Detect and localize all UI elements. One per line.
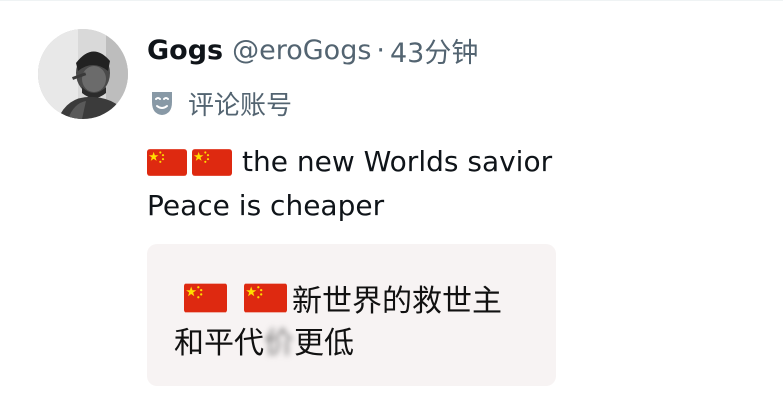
- translation-line-2: 和平代 价 更低: [174, 318, 354, 362]
- tweet-text-line-1: the new Worlds savior: [242, 145, 553, 178]
- china-flag-icon: [147, 148, 187, 176]
- tweet-text: the new Worlds savior Peace is cheaper: [147, 140, 552, 228]
- separator-dot: ·: [376, 34, 385, 66]
- translation-text-part-2: 更低: [294, 326, 354, 361]
- divider: [0, 0, 783, 1]
- tweet-header: Gogs @eroGogs · 43分钟: [147, 30, 478, 70]
- translation-text-part-1: 和平代: [174, 326, 264, 361]
- timestamp[interactable]: 43分钟: [390, 31, 478, 70]
- blurred-text: 价: [264, 326, 294, 361]
- tweet-line-1: the new Worlds savior: [147, 140, 552, 184]
- tweet-line-2: Peace is cheaper: [147, 184, 552, 228]
- account-label: 评论账号: [148, 85, 292, 121]
- avatar[interactable]: [38, 29, 128, 119]
- display-name[interactable]: Gogs: [147, 35, 223, 66]
- china-flag-icon: [244, 283, 287, 313]
- user-handle[interactable]: @eroGogs: [232, 35, 371, 66]
- translation-card[interactable]: 新世界的救世主 和平代 价 更低: [147, 244, 556, 386]
- translation-line-1: 新世界的救世主: [184, 276, 502, 320]
- mask-icon: [148, 89, 176, 117]
- tweet-text-line-2: Peace is cheaper: [147, 189, 385, 222]
- tweet-view: Gogs @eroGogs · 43分钟 评论账号 the new Worlds…: [0, 0, 783, 404]
- account-label-text: 评论账号: [188, 90, 293, 121]
- china-flag-icon: [184, 283, 227, 313]
- china-flag-icon: [192, 148, 232, 176]
- translation-text-line-1: 新世界的救世主: [292, 284, 502, 319]
